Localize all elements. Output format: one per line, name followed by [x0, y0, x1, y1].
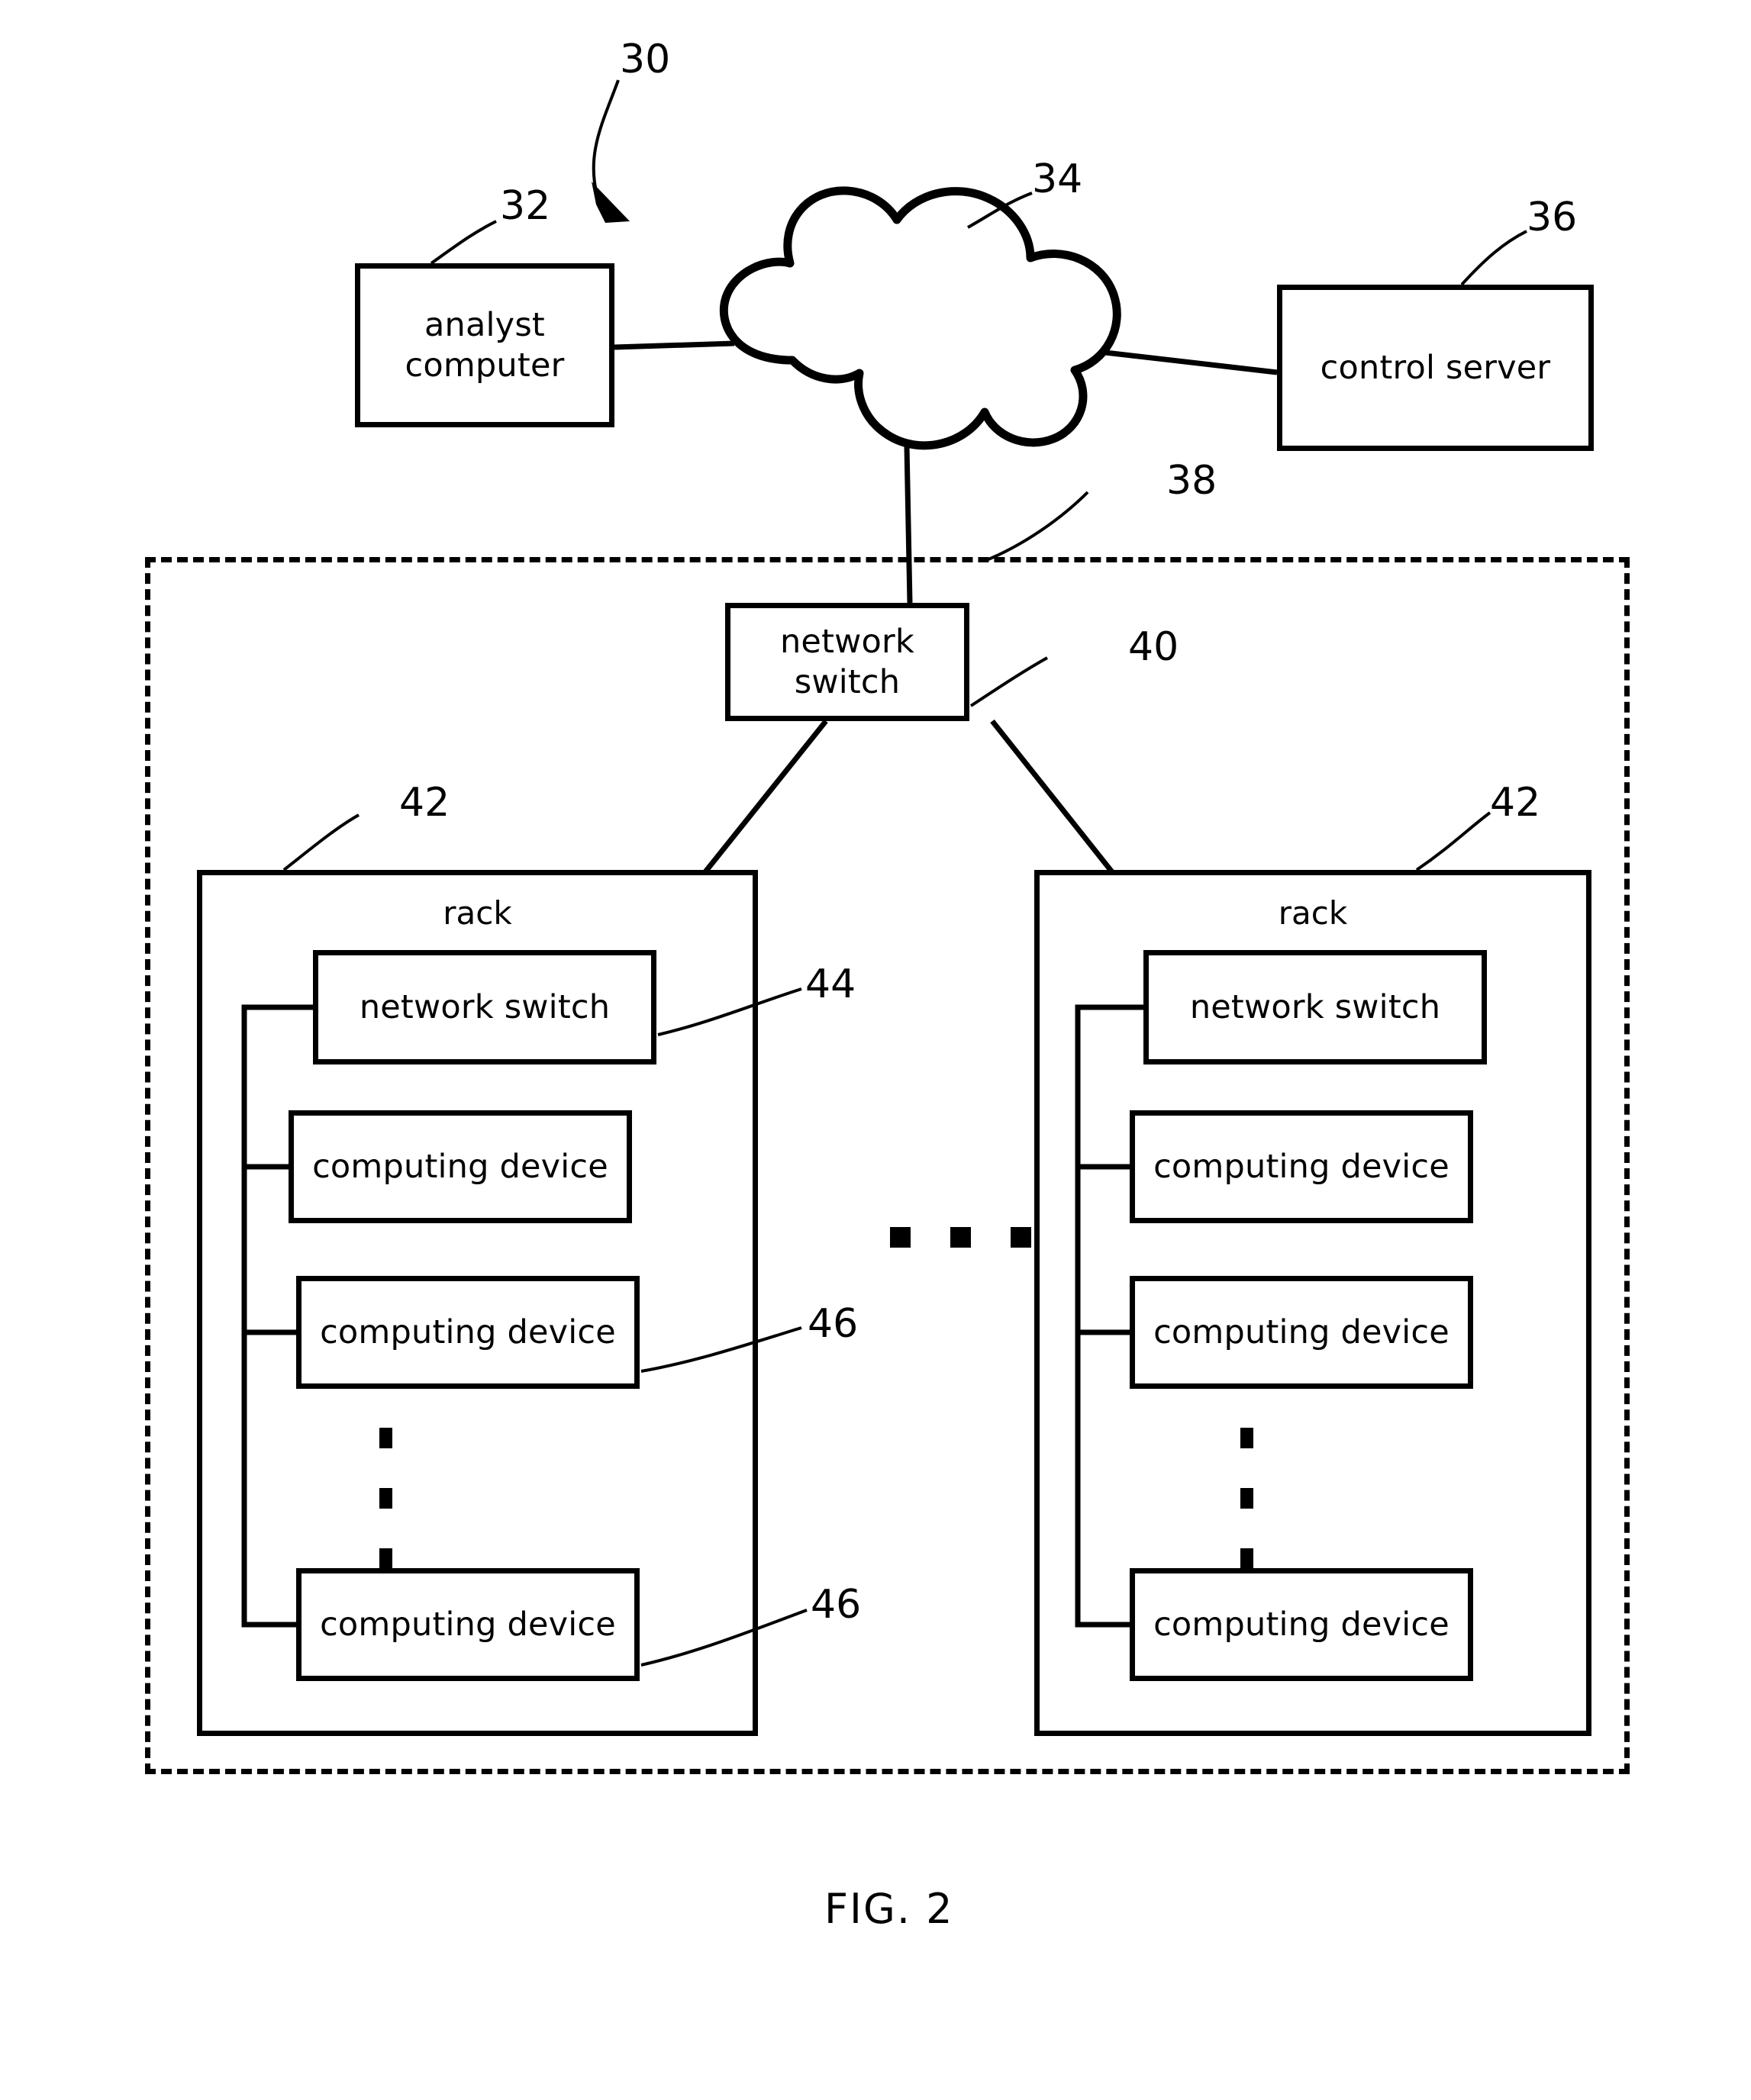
refnum-36: 36 [1527, 195, 1578, 240]
refnum-32: 32 [500, 183, 551, 229]
wire-analyst-to-cloud [614, 340, 735, 350]
rack-left-computing-device-2[interactable]: computing device [296, 1276, 640, 1389]
rack-right-computing-device-3[interactable]: computing device [1130, 1568, 1473, 1681]
rack-right-computing-device-1[interactable]: computing device [1130, 1110, 1473, 1223]
refnum-46-bottom: 46 [811, 1582, 862, 1628]
rack-left-computing-device-1[interactable]: computing device [289, 1110, 632, 1223]
rack-left-computing-device-3[interactable]: computing device [296, 1568, 640, 1681]
rack-left-computing-device-1-label: computing device [312, 1147, 608, 1186]
patent-figure-2: analyst computer control server network … [0, 0, 1751, 2100]
rack-right-vertical-ellipsis [1240, 1408, 1253, 1589]
rack-right-computing-device-1-label: computing device [1153, 1147, 1449, 1186]
rack-right-network-switch-label: network switch [1189, 987, 1441, 1026]
refnum-40: 40 [1128, 624, 1179, 670]
rack-right-computing-device-3-label: computing device [1153, 1605, 1449, 1644]
analyst-computer-label: analyst computer [405, 306, 565, 385]
wire-cloud-to-control-server [1104, 349, 1278, 375]
rack-right-network-switch[interactable]: network switch [1143, 950, 1487, 1064]
arrowhead-30 [592, 182, 630, 223]
refnum-46-middle: 46 [808, 1301, 859, 1347]
control-server-node[interactable]: control server [1277, 285, 1594, 451]
rack-left-computing-device-3-label: computing device [320, 1605, 616, 1644]
refnum-42-left: 42 [399, 780, 450, 826]
rack-right-computing-device-2[interactable]: computing device [1130, 1276, 1473, 1389]
top-network-switch-node[interactable]: network switch [725, 603, 969, 721]
refnum-38: 38 [1166, 458, 1217, 504]
network-cloud-shape [719, 186, 1121, 450]
refnum-34: 34 [1032, 156, 1083, 202]
rack-left-title: rack [443, 894, 512, 932]
figure-caption: FIG. 2 [824, 1885, 954, 1933]
control-server-label: control server [1320, 348, 1551, 387]
leader-38 [984, 491, 1089, 562]
leader-36 [1460, 230, 1527, 286]
leader-32 [430, 220, 497, 265]
rack-left-computing-device-2-label: computing device [320, 1312, 616, 1351]
between-racks-ellipsis [870, 1227, 1051, 1248]
top-network-switch-label: network switch [779, 623, 915, 701]
rack-right-title: rack [1278, 894, 1348, 932]
rack-left-network-switch[interactable]: network switch [313, 950, 656, 1064]
rack-right-computing-device-2-label: computing device [1153, 1312, 1449, 1351]
leader-30 [592, 79, 620, 203]
leader-34 [967, 192, 1033, 229]
rack-left-network-switch-label: network switch [359, 987, 611, 1026]
rack-left-vertical-ellipsis [379, 1408, 392, 1589]
refnum-42-right: 42 [1490, 780, 1541, 826]
refnum-44: 44 [805, 961, 856, 1007]
refnum-30: 30 [620, 37, 671, 82]
analyst-computer-node[interactable]: analyst computer [355, 263, 614, 427]
